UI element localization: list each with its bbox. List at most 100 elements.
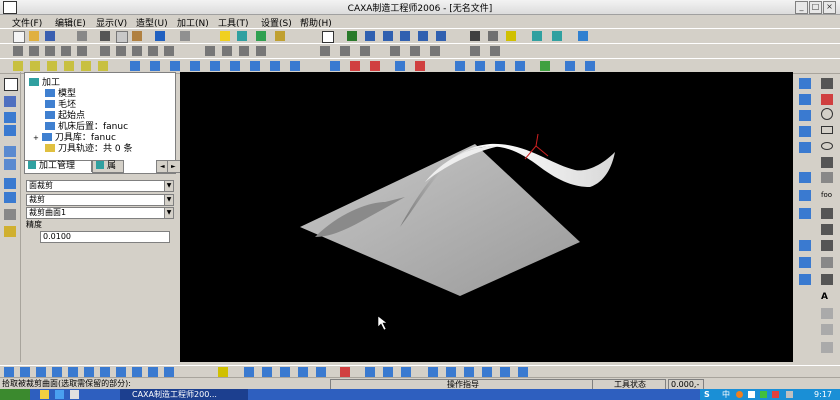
sketch-tool-icon[interactable] — [4, 96, 16, 107]
tray-icon-4[interactable] — [772, 391, 779, 398]
zoom-window-icon[interactable] — [365, 31, 375, 41]
rib-icon[interactable] — [256, 46, 266, 56]
volume-icon[interactable] — [786, 391, 793, 398]
transform2-tool-icon[interactable] — [4, 192, 16, 203]
extrude-icon[interactable] — [45, 46, 55, 56]
path12-icon[interactable] — [464, 367, 474, 377]
text-icon[interactable]: A — [821, 292, 833, 303]
formula-curve-icon[interactable]: foo — [821, 190, 833, 201]
paste-icon[interactable] — [132, 31, 142, 41]
chevron-down-icon[interactable]: ▼ — [164, 181, 173, 191]
cut-extrude-icon[interactable] — [116, 46, 126, 56]
light-icon[interactable] — [220, 31, 230, 41]
path6-icon[interactable] — [340, 367, 350, 377]
point-icon[interactable] — [821, 94, 833, 105]
surface15-icon[interactable] — [290, 61, 300, 71]
ellipse-icon[interactable] — [821, 142, 833, 150]
measure-icon[interactable] — [490, 46, 500, 56]
save-icon[interactable] — [45, 31, 55, 41]
thicken-icon[interactable] — [430, 46, 440, 56]
curve-tool-icon[interactable] — [4, 112, 16, 123]
project-icon[interactable] — [799, 190, 811, 201]
color-icon[interactable] — [275, 31, 285, 41]
start-button[interactable] — [0, 389, 30, 400]
sweep-icon[interactable] — [77, 46, 87, 56]
surface14-icon[interactable] — [270, 61, 280, 71]
dimension-icon[interactable] — [821, 308, 833, 319]
surface25-icon[interactable] — [540, 61, 550, 71]
engrave-icon[interactable] — [132, 367, 142, 377]
surface3-icon[interactable] — [47, 61, 57, 71]
sogou-ime-icon[interactable]: S — [704, 389, 710, 400]
wireframe-icon[interactable] — [470, 31, 480, 41]
surface16-icon[interactable] — [330, 61, 340, 71]
ie-icon[interactable] — [55, 390, 64, 399]
surface8-icon[interactable] — [150, 61, 160, 71]
cut-icon[interactable] — [100, 31, 110, 41]
curve-icon[interactable] — [799, 94, 811, 105]
filter-icon[interactable] — [256, 31, 266, 41]
view2-icon[interactable] — [552, 31, 562, 41]
undo-icon[interactable] — [155, 31, 165, 41]
ime-mode[interactable]: 中 — [722, 389, 730, 400]
redraw-icon[interactable] — [347, 31, 357, 41]
layer-icon[interactable] — [237, 31, 247, 41]
view-icon[interactable] — [532, 31, 542, 41]
maximize-button[interactable]: □ — [809, 1, 822, 14]
helix-icon[interactable] — [821, 208, 833, 219]
surface-model[interactable] — [180, 72, 793, 362]
window-icon[interactable] — [322, 31, 334, 43]
surface-edge-icon[interactable] — [799, 240, 811, 251]
hidden-line-icon[interactable] — [488, 31, 498, 41]
roughing-icon[interactable] — [4, 367, 14, 377]
surface2-icon[interactable] — [30, 61, 40, 71]
toolpath-tool-icon[interactable] — [4, 226, 16, 237]
iso-line-icon[interactable] — [799, 257, 811, 268]
taskbar-caxa-window[interactable]: CAXA制造工程师200... — [120, 389, 248, 400]
tab-scroll-right[interactable]: ► — [167, 160, 181, 173]
expand-icon[interactable]: + — [33, 134, 39, 142]
circle-icon[interactable] — [821, 108, 833, 120]
surface5-icon[interactable] — [81, 61, 91, 71]
line-icon[interactable] — [799, 78, 811, 89]
mode-select[interactable]: 面裁剪 ▼ — [26, 180, 174, 192]
finishing-icon[interactable] — [20, 367, 30, 377]
path15-icon[interactable] — [518, 367, 528, 377]
surface24-icon[interactable] — [515, 61, 525, 71]
boolean-icon[interactable] — [390, 46, 400, 56]
waterline-icon[interactable] — [68, 367, 78, 377]
other-curve-icon[interactable] — [821, 342, 833, 353]
rest-icon[interactable] — [164, 367, 174, 377]
path14-icon[interactable] — [500, 367, 510, 377]
surface10-icon[interactable] — [190, 61, 200, 71]
redo-icon[interactable] — [180, 31, 190, 41]
profile-icon[interactable] — [821, 257, 833, 268]
surface6-icon[interactable] — [98, 61, 108, 71]
path3-icon[interactable] — [280, 367, 290, 377]
tray-icon-3[interactable] — [760, 391, 767, 398]
path10-icon[interactable] — [428, 367, 438, 377]
surface17-icon[interactable] — [350, 61, 360, 71]
loft-icon[interactable] — [100, 46, 110, 56]
select-icon[interactable] — [4, 78, 18, 91]
zoom-in-icon[interactable] — [383, 31, 393, 41]
curve2-tool-icon[interactable] — [4, 125, 16, 136]
split-icon[interactable] — [410, 46, 420, 56]
extend-icon[interactable] — [799, 142, 811, 153]
path8-icon[interactable] — [383, 367, 393, 377]
quicklaunch-icon[interactable] — [40, 390, 49, 399]
surface18-icon[interactable] — [370, 61, 380, 71]
tab-property[interactable]: 属 — [92, 160, 124, 173]
close-button[interactable]: × — [823, 1, 836, 14]
path13-icon[interactable] — [482, 367, 492, 377]
shaded-icon[interactable] — [506, 31, 516, 41]
edit2-tool-icon[interactable] — [4, 159, 16, 170]
draft-icon[interactable] — [222, 46, 232, 56]
new-icon[interactable] — [13, 31, 25, 43]
tray-icon-1[interactable] — [736, 391, 743, 398]
precision-input[interactable]: 0.0100 — [40, 231, 170, 243]
edit-tool-icon[interactable] — [4, 146, 16, 157]
chamfer-icon[interactable] — [164, 46, 174, 56]
desktop-icon[interactable] — [70, 390, 79, 399]
surface26-icon[interactable] — [565, 61, 575, 71]
